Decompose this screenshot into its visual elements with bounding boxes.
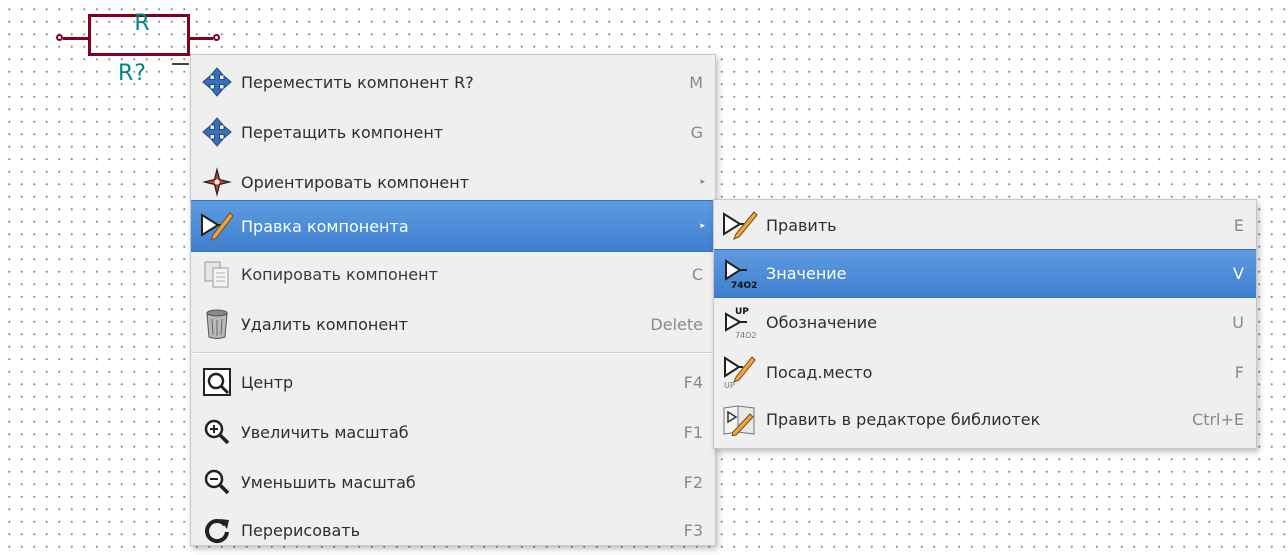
submenu-item-label: Значение bbox=[766, 264, 847, 283]
submenu-item-shortcut: U bbox=[1232, 312, 1244, 332]
submenu-arrow-icon: ▸ bbox=[700, 221, 705, 231]
submenu-item-shortcut: V bbox=[1233, 264, 1244, 283]
component-value-label[interactable]: R bbox=[127, 12, 157, 36]
pin-left[interactable] bbox=[56, 34, 63, 41]
zoom-center-icon bbox=[199, 364, 235, 400]
menu-item-label: Копировать компонент bbox=[241, 264, 438, 284]
icon-chip-text: 74O2 bbox=[735, 331, 757, 339]
copy-icon bbox=[199, 256, 235, 292]
menu-item-zoom-in[interactable]: Увеличить масштаб F1 bbox=[191, 407, 715, 457]
value-icon: 74O2 bbox=[720, 256, 760, 292]
submenu-arrow-icon: ▸ bbox=[700, 177, 705, 187]
edit-component-icon bbox=[199, 208, 235, 244]
menu-item-label: Переместить компонент R? bbox=[241, 72, 474, 92]
menu-item-center[interactable]: Центр F4 bbox=[191, 357, 715, 407]
submenu-item-footprint[interactable]: UP Посад.место F bbox=[714, 347, 1256, 397]
resistor-lead-right bbox=[189, 37, 213, 40]
menu-item-label: Удалить компонент bbox=[241, 314, 408, 334]
edit-icon bbox=[720, 207, 760, 243]
menu-separator-highlight bbox=[193, 353, 713, 354]
submenu-item-label: Править в редакторе библиотек bbox=[766, 409, 1041, 429]
menu-item-copy-component[interactable]: Копировать компонент C bbox=[191, 249, 715, 299]
reference-icon: UP 74O2 bbox=[720, 304, 760, 340]
footprint-icon: UP bbox=[720, 354, 760, 390]
menu-item-label: Уменьшить масштаб bbox=[241, 472, 416, 492]
orient-star-icon bbox=[199, 164, 235, 200]
trash-icon bbox=[199, 306, 235, 342]
menu-item-label: Увеличить масштаб bbox=[241, 422, 409, 442]
zoom-in-icon bbox=[199, 414, 235, 450]
submenu-item-library-editor[interactable]: Править в редакторе библиотек Ctrl+E bbox=[714, 394, 1256, 444]
icon-chip-label: UP bbox=[735, 307, 749, 317]
submenu-item-shortcut: F bbox=[1234, 362, 1244, 382]
menu-item-redraw[interactable]: Перерисовать F3 bbox=[191, 505, 715, 555]
menu-item-shortcut: Delete bbox=[650, 314, 703, 334]
menu-item-shortcut: F1 bbox=[683, 422, 703, 442]
move-cross-icon bbox=[199, 64, 235, 100]
menu-item-move-component[interactable]: Переместить компонент R? M bbox=[191, 57, 715, 107]
redraw-icon bbox=[199, 512, 235, 548]
menu-item-shortcut: M bbox=[689, 72, 703, 92]
icon-chip-text: 74O2 bbox=[731, 281, 757, 290]
menu-item-edit-component[interactable]: Правка компонента ▸ bbox=[191, 200, 715, 252]
resistor-lead-left bbox=[63, 37, 89, 40]
pin-right[interactable] bbox=[213, 34, 220, 41]
menu-item-shortcut: C bbox=[691, 264, 703, 284]
submenu-item-label: Посад.место bbox=[766, 362, 873, 382]
context-menu: Переместить компонент R? M Перетащить ко… bbox=[190, 54, 716, 546]
submenu-item-value[interactable]: 74O2 Значение V bbox=[714, 249, 1256, 298]
menu-item-shortcut: F4 bbox=[683, 372, 703, 392]
submenu-item-label: Обозначение bbox=[766, 312, 878, 332]
menu-item-label: Перетащить компонент bbox=[241, 122, 444, 142]
menu-item-label: Правка компонента bbox=[241, 216, 409, 236]
menu-item-zoom-out[interactable]: Уменьшить масштаб F2 bbox=[191, 457, 715, 507]
library-editor-icon bbox=[720, 401, 760, 437]
menu-item-shortcut: G bbox=[690, 122, 703, 142]
menu-item-shortcut: F3 bbox=[683, 520, 703, 540]
component-reference-label[interactable]: R? bbox=[118, 62, 147, 86]
menu-item-label: Центр bbox=[241, 372, 294, 392]
submenu-item-shortcut: Ctrl+E bbox=[1192, 409, 1244, 429]
submenu-item-reference[interactable]: UP 74O2 Обозначение U bbox=[714, 297, 1256, 347]
menu-item-delete-component[interactable]: Удалить компонент Delete bbox=[191, 299, 715, 349]
submenu-item-edit[interactable]: Править E bbox=[714, 200, 1256, 250]
submenu-item-label: Править bbox=[766, 215, 837, 235]
menu-item-drag-component[interactable]: Перетащить компонент G bbox=[191, 107, 715, 157]
menu-item-shortcut: F2 bbox=[683, 472, 703, 492]
menu-item-label: Перерисовать bbox=[241, 520, 360, 540]
edit-component-submenu: Править E 74O2 Значение V UP 74O2 Обозна… bbox=[713, 199, 1257, 449]
zoom-out-icon bbox=[199, 464, 235, 500]
submenu-item-shortcut: E bbox=[1233, 215, 1244, 235]
reference-tick bbox=[172, 63, 189, 65]
menu-item-label: Ориентировать компонент bbox=[241, 172, 470, 192]
drag-cross-icon bbox=[199, 114, 235, 150]
icon-chip-label: UP bbox=[724, 381, 735, 389]
